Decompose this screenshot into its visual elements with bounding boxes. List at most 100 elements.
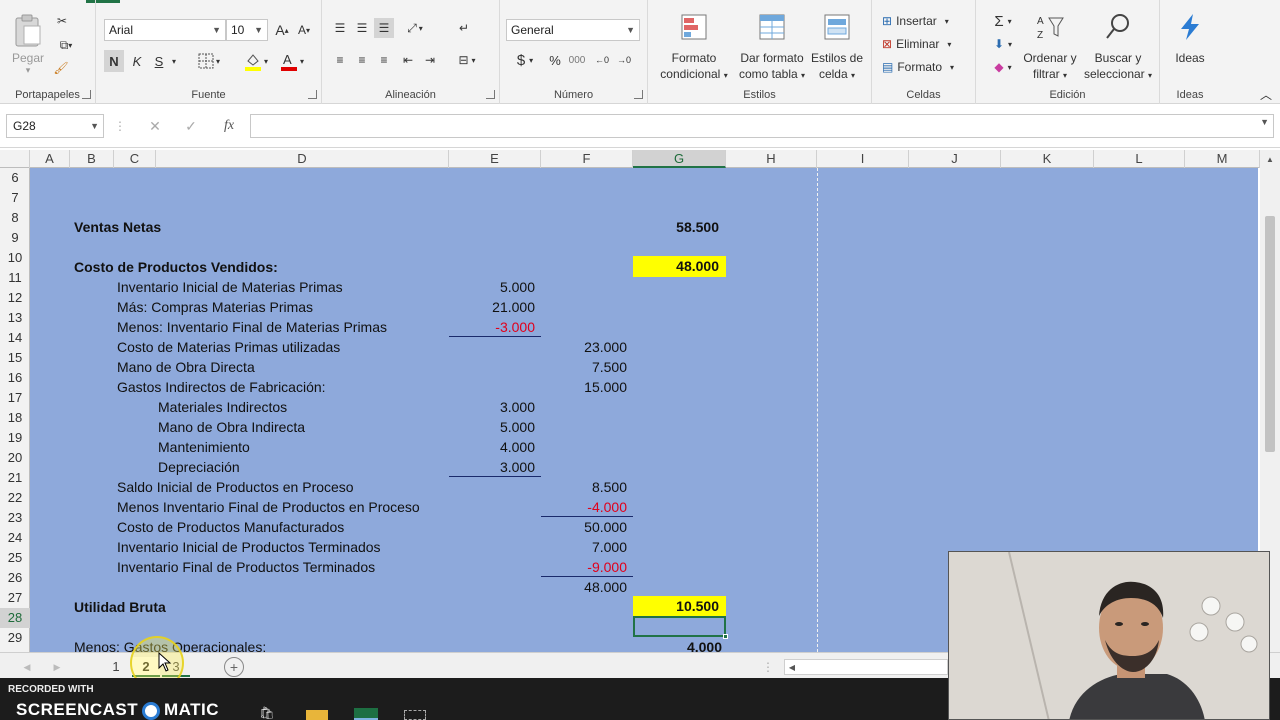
row-header-14[interactable]: 14	[0, 328, 30, 348]
cell-c23[interactable]: Costo de Productos Manufacturados	[117, 517, 344, 537]
cell-f23[interactable]: 50.000	[541, 517, 633, 537]
ideas-button[interactable]: Ideas	[1164, 12, 1216, 66]
next-sheet-icon[interactable]: ▶	[50, 659, 64, 675]
format-painter-icon[interactable]: 🖌	[52, 58, 70, 78]
column-header-a[interactable]: A	[30, 150, 70, 168]
row-header-27[interactable]: 27	[0, 588, 30, 608]
increase-indent-icon[interactable]: ⇥	[420, 50, 440, 70]
format-as-table-button[interactable]: Dar formato como tabla ▾	[734, 12, 810, 84]
font-color-icon[interactable]: A ▾	[276, 50, 308, 72]
row-header-24[interactable]: 24	[0, 528, 30, 548]
cell-c24[interactable]: Inventario Inicial de Productos Terminad…	[117, 537, 381, 557]
row-header-19[interactable]: 19	[0, 428, 30, 448]
increase-decimal-icon[interactable]: ←0	[592, 50, 612, 70]
cell-b8[interactable]: Ventas Netas	[74, 217, 161, 237]
dialog-launcher-icon[interactable]	[486, 90, 495, 99]
cell-g10[interactable]: 48.000	[633, 256, 726, 277]
cell-f15[interactable]: 7.500	[541, 357, 633, 377]
column-header-m[interactable]: M	[1185, 150, 1260, 168]
folder-icon[interactable]	[306, 710, 328, 720]
chevron-down-icon[interactable]: ▾	[168, 52, 180, 70]
scroll-up-icon[interactable]: ▲	[1264, 152, 1276, 166]
cell-e12[interactable]: 21.000	[449, 297, 541, 317]
row-header-12[interactable]: 12	[0, 288, 30, 308]
selected-cell-g28[interactable]	[633, 616, 726, 637]
row-header-21[interactable]: 21	[0, 468, 30, 488]
decrease-decimal-icon[interactable]: →0	[614, 50, 634, 70]
cell-c11[interactable]: Inventario Inicial de Materias Primas	[117, 277, 343, 297]
cell-f24[interactable]: 7.000	[541, 537, 633, 557]
format-cells-button[interactable]: ▤ Formato ▾	[882, 58, 972, 76]
cell-c13[interactable]: Menos: Inventario Final de Materias Prim…	[117, 317, 387, 337]
align-bottom-icon[interactable]: ☰	[374, 18, 394, 38]
align-center-icon[interactable]: ≡	[352, 50, 372, 70]
increase-font-icon[interactable]: A ▴	[272, 20, 292, 40]
row-header-18[interactable]: 18	[0, 408, 30, 428]
fill-color-icon[interactable]: ▾	[240, 50, 272, 72]
column-header-l[interactable]: L	[1094, 150, 1185, 168]
cell-f26[interactable]: 48.000	[541, 577, 633, 597]
row-header-15[interactable]: 15	[0, 348, 30, 368]
cell-e18[interactable]: 5.000	[449, 417, 541, 437]
fill-icon[interactable]: ⬇ ▾	[986, 35, 1020, 53]
scroll-left-icon[interactable]: ◀	[787, 661, 797, 673]
cancel-formula-button[interactable]: ✕	[146, 116, 164, 136]
autosum-icon[interactable]: Σ ▾	[986, 12, 1020, 30]
snip-icon[interactable]	[404, 710, 426, 720]
font-name-dropdown[interactable]: Arial ▼	[104, 19, 226, 41]
scrollbar-thumb[interactable]	[1265, 216, 1275, 452]
align-middle-icon[interactable]: ☰	[352, 18, 372, 38]
row-header-9[interactable]: 9	[0, 228, 30, 248]
cell-d19[interactable]: Mantenimiento	[158, 437, 250, 457]
cell-e13[interactable]: -3.000	[449, 317, 541, 337]
paste-button[interactable]: Pegar ▾	[8, 12, 48, 76]
cell-g27[interactable]: 10.500	[633, 596, 726, 617]
row-header-16[interactable]: 16	[0, 368, 30, 388]
sheet-tab-1[interactable]: 1	[104, 657, 128, 677]
merge-center-icon[interactable]: ⊟ ▾	[450, 50, 484, 70]
confirm-formula-button[interactable]: ✓	[182, 116, 200, 136]
align-left-icon[interactable]: ≡	[330, 50, 350, 70]
find-select-button[interactable]: Buscar y seleccionar ▾	[1080, 12, 1156, 84]
sort-filter-button[interactable]: AZ Ordenar y filtrar ▾	[1020, 12, 1080, 84]
cell-f16[interactable]: 15.000	[541, 377, 633, 397]
cell-g8[interactable]: 58.500	[633, 217, 726, 237]
cell-c12[interactable]: Más: Compras Materias Primas	[117, 297, 313, 317]
cell-e17[interactable]: 3.000	[449, 397, 541, 417]
cell-c16[interactable]: Gastos Indirectos de Fabricación:	[117, 377, 326, 397]
cell-g29[interactable]: 4.000	[633, 637, 726, 652]
column-header-i[interactable]: I	[817, 150, 909, 168]
bold-button[interactable]: N	[104, 50, 124, 72]
row-header-11[interactable]: 11	[0, 268, 30, 288]
cell-f21[interactable]: 8.500	[541, 477, 633, 497]
cell-e19[interactable]: 4.000	[449, 437, 541, 457]
cell-d17[interactable]: Materiales Indirectos	[158, 397, 287, 417]
select-all-button[interactable]	[0, 150, 30, 168]
row-header-28[interactable]: 28	[0, 608, 30, 628]
wrap-text-icon[interactable]: ↵	[454, 18, 474, 38]
cell-c22[interactable]: Menos Inventario Final de Productos en P…	[117, 497, 420, 517]
row-header-23[interactable]: 23	[0, 508, 30, 528]
column-header-b[interactable]: B	[70, 150, 114, 168]
column-header-e[interactable]: E	[449, 150, 541, 168]
decrease-indent-icon[interactable]: ⇤	[398, 50, 418, 70]
row-header-20[interactable]: 20	[0, 448, 30, 468]
cell-b10[interactable]: Costo de Productos Vendidos:	[74, 257, 278, 277]
number-format-dropdown[interactable]: General ▼	[506, 19, 640, 41]
cell-b27[interactable]: Utilidad Bruta	[74, 597, 166, 617]
cell-c14[interactable]: Costo de Materias Primas utilizadas	[117, 337, 340, 357]
cell-f25[interactable]: -9.000	[541, 557, 633, 577]
cell-e20[interactable]: 3.000	[449, 457, 541, 477]
font-size-dropdown[interactable]: 10 ▼	[226, 19, 268, 41]
conditional-format-button[interactable]: Formato condicional ▾	[656, 12, 732, 84]
cell-f14[interactable]: 23.000	[541, 337, 633, 357]
column-header-k[interactable]: K	[1001, 150, 1094, 168]
row-header-7[interactable]: 7	[0, 188, 30, 208]
copy-icon[interactable]: ⧉ ▾	[52, 36, 80, 54]
row-header-6[interactable]: 6	[0, 168, 30, 188]
row-header-22[interactable]: 22	[0, 488, 30, 508]
dialog-launcher-icon[interactable]	[308, 90, 317, 99]
horizontal-scrollbar[interactable]: ◀	[784, 659, 948, 675]
cut-icon[interactable]: ✂	[54, 12, 70, 30]
prev-sheet-icon[interactable]: ◀	[20, 659, 34, 675]
